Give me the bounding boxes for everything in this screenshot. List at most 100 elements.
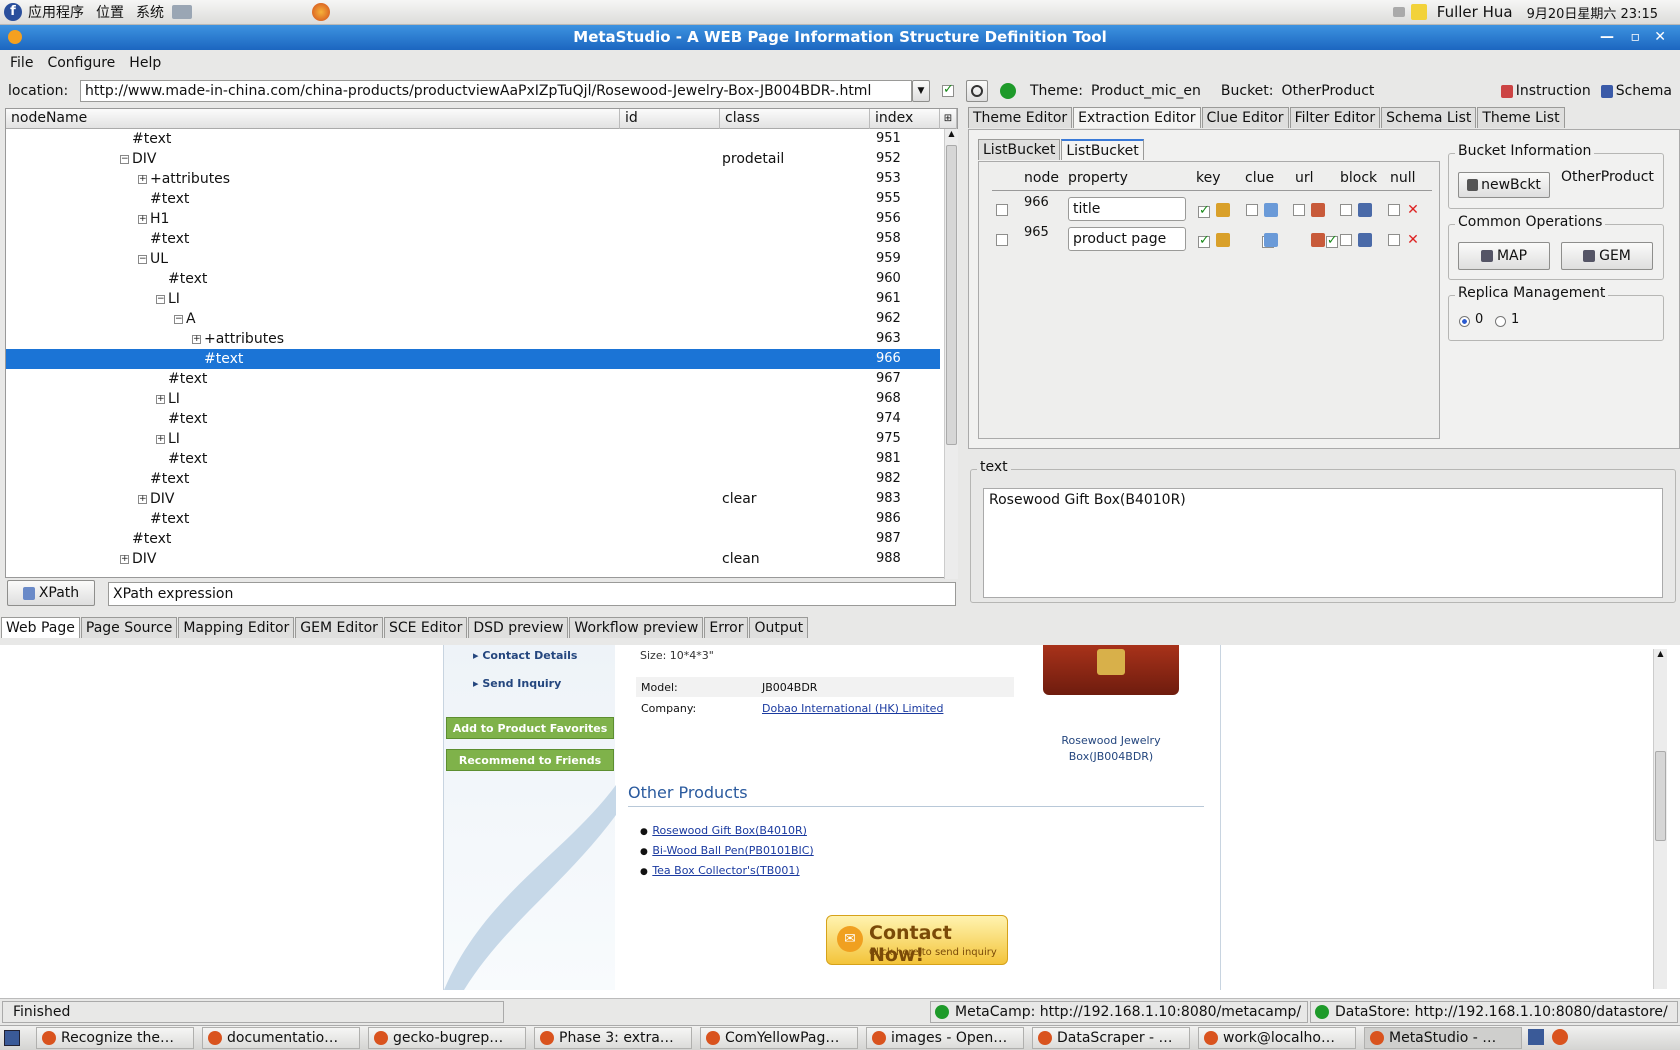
expand-icon[interactable]: + bbox=[156, 394, 165, 404]
collapse-icon[interactable]: − bbox=[120, 154, 129, 164]
close-icon[interactable]: ✕ bbox=[1654, 25, 1666, 50]
tab-extraction-editor[interactable]: Extraction Editor bbox=[1073, 107, 1201, 128]
tree-row[interactable]: − LI 961 bbox=[6, 289, 940, 309]
recommend-button[interactable]: Recommend to Friends bbox=[446, 749, 614, 771]
tab-sce-editor[interactable]: SCE Editor bbox=[383, 617, 468, 638]
taskbar-item[interactable]: Phase 3: extra… bbox=[534, 1027, 692, 1049]
menu-file[interactable]: File bbox=[10, 55, 33, 71]
tree-row[interactable]: + DIV clear 983 bbox=[6, 489, 940, 509]
null-checkbox[interactable] bbox=[1388, 204, 1400, 216]
tree-row[interactable]: #text 951 bbox=[6, 129, 940, 149]
tray-icon[interactable] bbox=[1392, 7, 1405, 17]
datastore-status[interactable]: DataStore: http://192.168.1.10:8080/data… bbox=[1310, 1001, 1678, 1023]
new-bucket-button[interactable]: newBckt bbox=[1458, 172, 1550, 198]
col-id[interactable]: id bbox=[620, 109, 720, 129]
schema-button[interactable]: Schema bbox=[1616, 83, 1672, 99]
tab-gem-editor[interactable]: GEM Editor bbox=[295, 617, 383, 638]
minimize-icon[interactable]: — bbox=[1600, 25, 1614, 50]
contact-now-button[interactable]: ✉ Contact Now! Click here to send inquir… bbox=[826, 915, 1008, 966]
scroll-up-icon[interactable]: ▲ bbox=[945, 129, 958, 141]
add-to-favorites-button[interactable]: Add to Product Favorites bbox=[446, 717, 614, 739]
expand-icon[interactable]: + bbox=[120, 554, 129, 564]
web-scrollbar[interactable]: ▲ bbox=[1653, 649, 1667, 989]
other-product-link[interactable]: Bi-Wood Ball Pen(PB0101BIC) bbox=[652, 844, 813, 857]
taskbar-item[interactable]: DataScraper - … bbox=[1032, 1027, 1190, 1049]
delete-icon[interactable]: ✕ bbox=[1406, 233, 1420, 247]
url-home-icon[interactable] bbox=[1311, 233, 1325, 247]
taskbar-item[interactable]: gecko-bugrep… bbox=[368, 1027, 526, 1049]
row-select-checkbox[interactable] bbox=[996, 204, 1008, 216]
xpath-button[interactable]: XPath bbox=[7, 580, 95, 606]
tree-row[interactable]: − UL 959 bbox=[6, 249, 940, 269]
delete-icon[interactable]: ✕ bbox=[1406, 203, 1420, 217]
menu-configure[interactable]: Configure bbox=[47, 55, 115, 71]
taskbar-item[interactable]: ComYellowPag… bbox=[700, 1027, 858, 1049]
tab-page-source[interactable]: Page Source bbox=[80, 617, 178, 638]
menu-help[interactable]: Help bbox=[129, 55, 161, 71]
maximize-icon[interactable]: ▫ bbox=[1631, 25, 1641, 50]
tree-row[interactable]: + LI 968 bbox=[6, 389, 940, 409]
tab-mapping-editor[interactable]: Mapping Editor bbox=[178, 617, 295, 638]
tree-row[interactable]: + DIV clean 988 bbox=[6, 549, 940, 569]
key-checkbox[interactable] bbox=[1198, 233, 1210, 248]
tree-row[interactable]: #text 987 bbox=[6, 529, 940, 549]
text-value-area[interactable]: Rosewood Gift Box(B4010R) bbox=[983, 488, 1663, 598]
col-index[interactable]: index bbox=[870, 109, 940, 129]
tree-row[interactable]: #text 955 bbox=[6, 189, 940, 209]
notes-icon[interactable] bbox=[1410, 4, 1427, 20]
tab-filter-editor[interactable]: Filter Editor bbox=[1289, 107, 1381, 128]
collapse-icon[interactable]: − bbox=[174, 314, 183, 324]
expand-icon[interactable]: + bbox=[138, 174, 147, 184]
url-checkbox[interactable] bbox=[1293, 204, 1305, 216]
system-menu[interactable]: 系统 bbox=[136, 2, 164, 22]
tree-row[interactable]: #text 958 bbox=[6, 229, 940, 249]
property-input[interactable]: title bbox=[1068, 197, 1186, 221]
web-scroll-thumb[interactable] bbox=[1655, 751, 1666, 841]
property-input[interactable]: product page bbox=[1068, 227, 1186, 251]
xpath-input[interactable]: XPath expression bbox=[108, 582, 956, 606]
location-input[interactable]: http://www.made-in-china.com/china-produ… bbox=[80, 80, 912, 102]
tree-row[interactable]: #text 986 bbox=[6, 509, 940, 529]
tab-theme-editor[interactable]: Theme Editor bbox=[968, 107, 1073, 128]
taskbar-item[interactable]: MetaStudio - … bbox=[1364, 1027, 1522, 1049]
scroll-up-icon[interactable]: ▲ bbox=[1654, 649, 1667, 661]
places-menu[interactable]: 位置 bbox=[96, 2, 124, 22]
nav-send-inquiry[interactable]: ▸ Send Inquiry bbox=[473, 677, 561, 690]
other-product-link[interactable]: Rosewood Gift Box(B4010R) bbox=[652, 824, 807, 837]
collapse-icon[interactable]: − bbox=[156, 294, 165, 304]
expand-icon[interactable]: + bbox=[156, 434, 165, 444]
ok-status-icon[interactable] bbox=[1000, 83, 1016, 99]
tree-row[interactable]: #text 960 bbox=[6, 269, 940, 289]
tab-output[interactable]: Output bbox=[749, 617, 809, 638]
tree-row[interactable]: − DIV prodetail 952 bbox=[6, 149, 940, 169]
firefox-launcher-icon[interactable] bbox=[312, 3, 330, 21]
show-desktop-icon[interactable] bbox=[4, 1030, 20, 1046]
gem-button[interactable]: GEM bbox=[1561, 242, 1653, 270]
tree-row[interactable]: #text 966 bbox=[6, 349, 940, 369]
map-button[interactable]: MAP bbox=[1458, 242, 1550, 270]
key-checkbox[interactable] bbox=[1198, 203, 1210, 218]
tree-row[interactable]: − A 962 bbox=[6, 309, 940, 329]
expand-icon[interactable]: + bbox=[138, 214, 147, 224]
tree-row[interactable]: + +attributes 953 bbox=[6, 169, 940, 189]
instruction-button[interactable]: Instruction bbox=[1516, 83, 1591, 99]
user-name[interactable]: Fuller Hua bbox=[1437, 3, 1513, 21]
key-config-icon[interactable] bbox=[1216, 203, 1230, 217]
col-class[interactable]: class bbox=[720, 109, 870, 129]
tab-clue-editor[interactable]: Clue Editor bbox=[1201, 107, 1289, 128]
tab-error[interactable]: Error bbox=[704, 617, 749, 638]
tab-workflow-preview[interactable]: Workflow preview bbox=[569, 617, 704, 638]
taskbar-item[interactable]: documentatio… bbox=[202, 1027, 360, 1049]
clue-search-icon[interactable] bbox=[1264, 203, 1278, 217]
expand-icon[interactable]: + bbox=[138, 494, 147, 504]
replica-radio-0[interactable] bbox=[1459, 316, 1470, 327]
taskbar-item[interactable]: work@localho… bbox=[1198, 1027, 1356, 1049]
tree-row[interactable]: + H1 956 bbox=[6, 209, 940, 229]
block-checkbox[interactable] bbox=[1340, 234, 1352, 246]
scroll-thumb[interactable] bbox=[946, 145, 957, 445]
fedora-logo-icon[interactable]: f bbox=[4, 3, 22, 21]
taskbar-item[interactable]: images - Open… bbox=[866, 1027, 1024, 1049]
workspace-switcher-icon[interactable] bbox=[1528, 1029, 1544, 1045]
location-checkbox[interactable] bbox=[942, 82, 954, 97]
collapse-icon[interactable]: − bbox=[138, 254, 147, 264]
